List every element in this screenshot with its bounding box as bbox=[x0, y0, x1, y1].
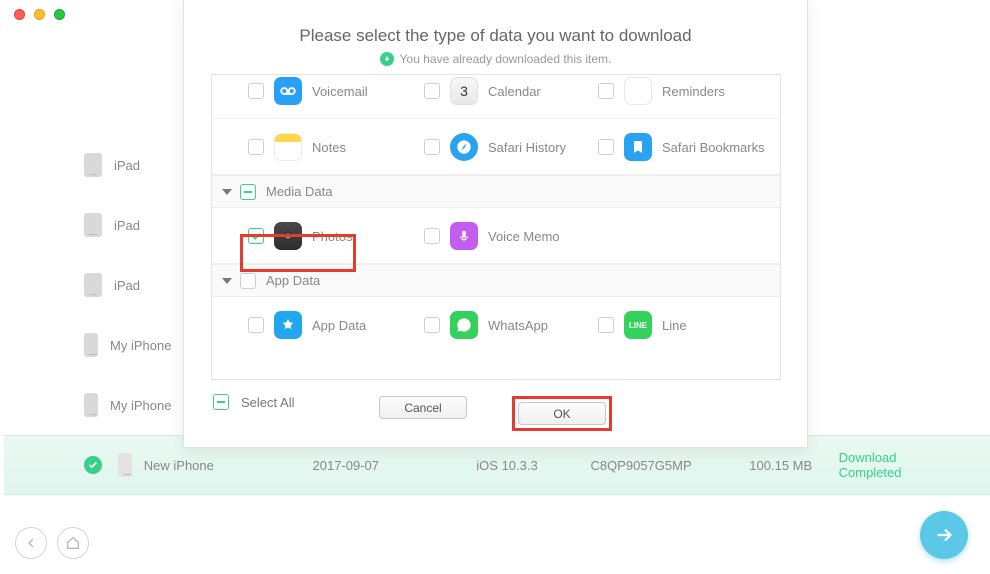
tablet-icon bbox=[84, 213, 102, 237]
item-label: Calendar bbox=[488, 84, 541, 99]
group-app-data[interactable]: App Data bbox=[212, 264, 780, 297]
back-button[interactable] bbox=[15, 527, 47, 559]
voice-memo-icon bbox=[450, 222, 478, 250]
checkbox-media-group[interactable] bbox=[240, 184, 256, 200]
line-icon: LINE bbox=[624, 311, 652, 339]
chevron-down-icon bbox=[222, 278, 232, 284]
checkbox-photos[interactable] bbox=[248, 228, 264, 244]
checkbox-reminders[interactable] bbox=[598, 83, 614, 99]
checkbox-app-data[interactable] bbox=[248, 317, 264, 333]
item-label: Voice Memo bbox=[488, 229, 560, 244]
item-label: WhatsApp bbox=[488, 318, 548, 333]
device-date: 2017-09-07 bbox=[313, 458, 477, 473]
device-ios: iOS 10.3.3 bbox=[476, 458, 590, 473]
calendar-icon: 3 bbox=[450, 77, 478, 105]
reminders-icon bbox=[624, 77, 652, 105]
device-name: iPad bbox=[114, 218, 140, 233]
check-circle-icon bbox=[84, 456, 102, 474]
device-name: My iPhone bbox=[110, 398, 171, 413]
data-row: Photos Voice Memo bbox=[212, 208, 780, 264]
group-label: App Data bbox=[266, 273, 320, 288]
checkbox-calendar[interactable] bbox=[424, 83, 440, 99]
checkbox-whatsapp[interactable] bbox=[424, 317, 440, 333]
photos-icon bbox=[274, 222, 302, 250]
checkbox-safari-history[interactable] bbox=[424, 139, 440, 155]
data-row: Voicemail 3 Calendar Reminders bbox=[212, 74, 780, 119]
download-check-icon bbox=[380, 52, 394, 66]
group-media-data[interactable]: Media Data bbox=[212, 175, 780, 208]
notes-icon bbox=[274, 133, 302, 161]
item-label: Notes bbox=[312, 140, 346, 155]
checkbox-voicemail[interactable] bbox=[248, 83, 264, 99]
checkbox-voice-memo[interactable] bbox=[424, 228, 440, 244]
device-name: iPad bbox=[114, 158, 140, 173]
cancel-button[interactable]: Cancel bbox=[379, 396, 467, 419]
device-size: 100.15 MB bbox=[749, 458, 838, 473]
app-data-icon bbox=[274, 311, 302, 339]
tablet-icon bbox=[84, 273, 102, 297]
safari-bookmarks-icon bbox=[624, 133, 652, 161]
modal-subtitle-text: You have already downloaded this item. bbox=[400, 52, 612, 66]
checkbox-line[interactable] bbox=[598, 317, 614, 333]
tablet-icon bbox=[84, 153, 102, 177]
group-label: Media Data bbox=[266, 184, 332, 199]
device-name: iPad bbox=[114, 278, 140, 293]
data-type-list[interactable]: Voicemail 3 Calendar Reminders bbox=[211, 74, 781, 380]
device-serial: C8QP9057G5MP bbox=[590, 458, 749, 473]
home-button[interactable] bbox=[57, 527, 89, 559]
data-type-modal: Please select the type of data you want … bbox=[183, 0, 808, 448]
item-label: Safari History bbox=[488, 140, 566, 155]
chevron-down-icon bbox=[222, 189, 232, 195]
checkbox-app-group[interactable] bbox=[240, 273, 256, 289]
modal-buttons: Cancel OK bbox=[184, 396, 807, 431]
next-fab[interactable] bbox=[920, 511, 968, 559]
ok-button[interactable]: OK bbox=[518, 402, 606, 425]
phone-icon bbox=[84, 393, 98, 417]
modal-title: Please select the type of data you want … bbox=[184, 0, 807, 46]
item-label: Voicemail bbox=[312, 84, 368, 99]
whatsapp-icon bbox=[450, 311, 478, 339]
item-label: Line bbox=[662, 318, 687, 333]
item-label: Reminders bbox=[662, 84, 725, 99]
annotation-highlight-ok: OK bbox=[512, 396, 612, 431]
checkbox-safari-bookmarks[interactable] bbox=[598, 139, 614, 155]
device-name: My iPhone bbox=[110, 338, 171, 353]
item-label: Photos bbox=[312, 229, 352, 244]
bottom-nav bbox=[15, 527, 89, 559]
checkbox-notes[interactable] bbox=[248, 139, 264, 155]
voicemail-icon bbox=[274, 77, 302, 105]
device-name: New iPhone bbox=[144, 458, 313, 473]
item-label: App Data bbox=[312, 318, 366, 333]
safari-history-icon bbox=[450, 133, 478, 161]
data-row: Notes Safari History Safari Bookmarks bbox=[212, 119, 780, 175]
phone-icon bbox=[118, 453, 132, 477]
item-label: Safari Bookmarks bbox=[662, 140, 765, 155]
data-row: App Data WhatsApp LINE Line bbox=[212, 297, 780, 353]
download-status: Download Completed bbox=[839, 450, 962, 480]
phone-icon bbox=[84, 333, 98, 357]
